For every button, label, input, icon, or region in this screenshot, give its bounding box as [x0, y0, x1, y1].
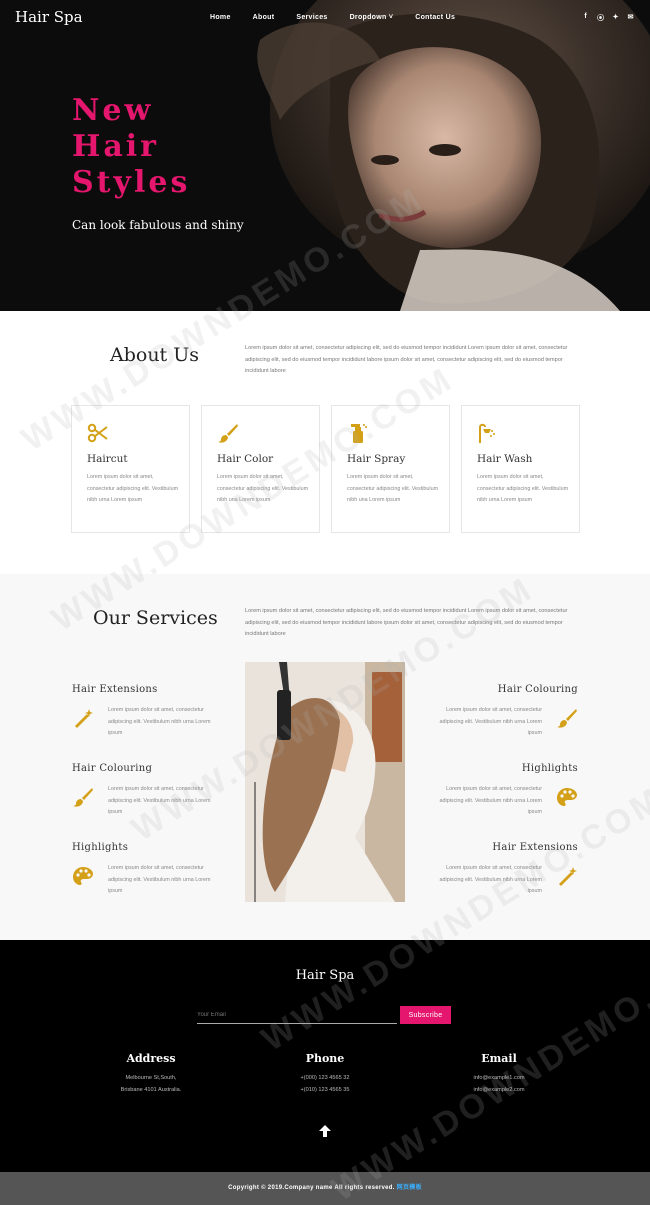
mail-icon[interactable]: ✉ — [627, 13, 634, 23]
services-title: Our Services — [93, 607, 218, 629]
card-title: Hair Spray — [347, 453, 406, 465]
palette-icon — [73, 867, 93, 885]
spray-icon — [351, 424, 367, 443]
services-photo — [245, 662, 405, 902]
copyright-link[interactable]: 网页模板 — [397, 1185, 422, 1191]
brush-icon — [73, 788, 93, 807]
service-item-text: Lorem ipsum dolor sit amet, consectetur … — [439, 707, 542, 736]
service-item: Highlights Lorem ipsum dolor sit amet, c… — [72, 842, 232, 898]
nav-home[interactable]: Home — [210, 14, 231, 21]
service-item-title: Highlights — [72, 842, 129, 853]
card-text: Lorem ipsum dolor sit amet, consectetur … — [347, 474, 439, 503]
nav-services[interactable]: Services — [296, 14, 327, 21]
hero-title-line: Hair — [72, 129, 159, 164]
service-card-hair-color[interactable]: Hair Color Lorem ipsum dolor sit amet, c… — [201, 405, 320, 533]
service-card-hair-wash[interactable]: Hair Wash Lorem ipsum dolor sit amet, co… — [461, 405, 580, 533]
nav-contact[interactable]: Contact Us — [415, 14, 455, 21]
footer-col-line: +(000) 123 4565 32 — [300, 1075, 350, 1081]
service-item-text: Lorem ipsum dolor sit amet, consectetur … — [439, 786, 542, 815]
hero-title: New Hair Styles — [72, 93, 190, 201]
service-item-text: Lorem ipsum dolor sit amet, consectetur … — [108, 707, 211, 736]
palette-icon — [557, 788, 577, 806]
card-text: Lorem ipsum dolor sit amet, consectetur … — [217, 474, 309, 503]
hero-title-line: Styles — [72, 165, 191, 200]
scissors-icon — [87, 423, 108, 443]
nav-about[interactable]: About — [253, 14, 275, 21]
brand-logo[interactable]: Hair Spa — [15, 8, 83, 26]
footer-col-title: Email — [481, 1052, 517, 1065]
wand-icon — [559, 867, 577, 886]
footer-col-line: Brisbane 4101 Australia. — [120, 1086, 182, 1093]
hero-subtitle: Can look fabulous and shiny — [72, 218, 244, 232]
footer-col-title: Phone — [305, 1052, 345, 1065]
services-text: Lorem ipsum dolor sit amet, consectetur … — [245, 608, 568, 637]
footer-col-line: +(010) 123 4565 35 — [300, 1086, 350, 1093]
service-item-text: Lorem ipsum dolor sit amet, consectetur … — [108, 786, 211, 815]
brush-icon — [557, 709, 577, 728]
footer-col-line: Melbourne St,South, — [125, 1075, 177, 1081]
copyright-text: Copyright © 2019.Company name All rights… — [228, 1185, 395, 1191]
footer-title: Hair Spa — [295, 968, 355, 983]
card-title: Haircut — [87, 453, 128, 465]
footer-col-line[interactable]: info@example1.com — [419, 1073, 579, 1085]
social-links: f ⦿ ✦ ✉ — [582, 13, 634, 23]
card-text: Lorem ipsum dolor sit amet, consectetur … — [87, 474, 179, 503]
service-card-hair-spray[interactable]: Hair Spray Lorem ipsum dolor sit amet, c… — [331, 405, 450, 533]
service-item-title: Highlights — [521, 763, 578, 774]
about-title: About Us — [110, 344, 199, 366]
service-item-title: Hair Colouring — [72, 763, 153, 774]
arrow-up-icon[interactable] — [318, 1124, 332, 1138]
card-title: Hair Color — [217, 453, 274, 465]
card-title: Hair Wash — [477, 453, 533, 465]
footer-phone: Phone +(000) 123 4565 32 +(010) 123 4565… — [245, 1052, 405, 1096]
facebook-icon[interactable]: f — [582, 13, 589, 23]
nav-dropdown[interactable]: Dropdown ˅ — [350, 14, 394, 21]
service-item: Hair Extensions Lorem ipsum dolor sit am… — [72, 684, 232, 740]
service-item: Hair Colouring Lorem ipsum dolor sit ame… — [72, 763, 232, 819]
wand-icon — [75, 709, 93, 728]
main-nav: Home About Services Dropdown ˅ Contact U… — [210, 14, 477, 21]
card-text: Lorem ipsum dolor sit amet, consectetur … — [477, 474, 569, 503]
footer: Hair Spa Subscribe Address Melbourne St,… — [0, 940, 650, 1172]
brush-icon — [218, 424, 238, 443]
twitter-icon[interactable]: ✦ — [612, 13, 619, 23]
service-item-title: Hair Colouring — [497, 684, 578, 695]
footer-col-title: Address — [126, 1052, 176, 1065]
about-section: About Us Lorem ipsum dolor sit amet, con… — [0, 311, 650, 574]
about-text: Lorem ipsum dolor sit amet, consectetur … — [245, 345, 568, 374]
shower-icon — [479, 423, 495, 443]
service-item-text: Lorem ipsum dolor sit amet, consectetur … — [439, 865, 542, 894]
service-item-text: Lorem ipsum dolor sit amet, consectetur … — [108, 865, 211, 894]
hero-title-line: New — [72, 93, 154, 128]
copyright-bar: Copyright © 2019.Company name All rights… — [0, 1172, 650, 1205]
email-subscribe-input[interactable] — [197, 1007, 397, 1024]
hero-section: Hair Spa Home About Services Dropdown ˅ … — [0, 0, 650, 311]
services-section: Our Services Lorem ipsum dolor sit amet,… — [0, 574, 650, 940]
footer-address: Address Melbourne St,South, Brisbane 410… — [71, 1052, 231, 1096]
footer-email: Email info@example1.com info@example2.co… — [419, 1052, 579, 1096]
footer-col-line[interactable]: info@example2.com — [419, 1085, 579, 1097]
subscribe-button[interactable]: Subscribe — [400, 1006, 451, 1024]
service-item: Hair Extensions Lorem ipsum dolor sit am… — [418, 842, 578, 898]
service-card-haircut[interactable]: Haircut Lorem ipsum dolor sit amet, cons… — [71, 405, 190, 533]
service-item: Highlights Lorem ipsum dolor sit amet, c… — [418, 763, 578, 819]
service-item-title: Hair Extensions — [492, 842, 578, 853]
service-item-title: Hair Extensions — [72, 684, 158, 695]
rss-icon[interactable]: ⦿ — [597, 13, 604, 23]
service-item: Hair Colouring Lorem ipsum dolor sit ame… — [418, 684, 578, 740]
